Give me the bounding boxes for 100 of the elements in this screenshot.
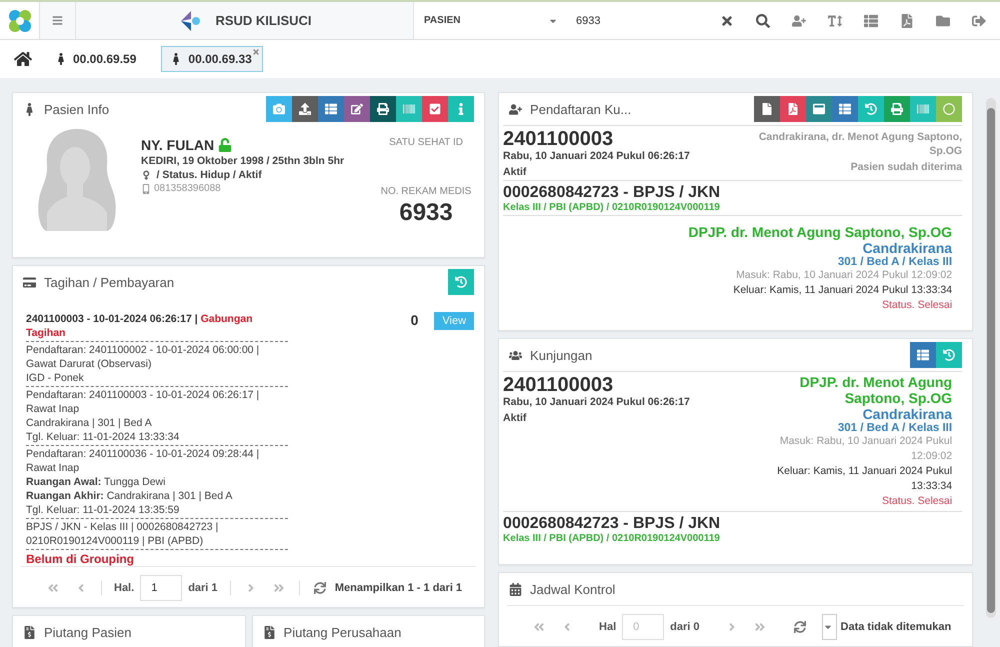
bill-line: Ruangan Awal: Tungga Dewi <box>26 475 166 489</box>
page-input[interactable]: 1 <box>140 575 182 601</box>
card-icon <box>23 276 36 288</box>
card-title: Pendaftaran Ku... <box>530 102 632 116</box>
list-button[interactable] <box>832 96 858 122</box>
print-button[interactable] <box>370 96 396 122</box>
bill-line: Candrakirana | 301 | Bed A <box>26 416 153 430</box>
page-count: dari 1 <box>187 582 219 594</box>
female-icon <box>141 170 152 180</box>
dpjp-doctor: DPJP. dr. Menot Agung Saptono, Sp.OG <box>688 224 952 240</box>
bill-line: 0210R0190124V000119 | PBI (APBD) <box>26 534 204 548</box>
bed-info: 301 / Bed A / Kelas III <box>838 422 952 434</box>
checkbox-button[interactable] <box>422 96 448 122</box>
bill-line: IGD - Ponek <box>26 371 85 385</box>
pdf-button[interactable] <box>780 96 806 122</box>
visit-state: Aktif <box>503 412 528 424</box>
birth-info: KEDIRI, 19 Oktober 1998 / 25thn 3bln 5hr <box>141 155 346 167</box>
home-icon[interactable] <box>14 50 32 68</box>
phone-icon <box>141 184 151 194</box>
calendar-icon <box>509 582 522 596</box>
room-name: Candrakirana <box>862 406 952 422</box>
satu-sehat-label: SATU SEHAT ID <box>389 137 463 148</box>
card-title: Jadwal Kontrol <box>530 582 616 596</box>
upload-icon <box>299 103 312 115</box>
grouping-status: Belum di Grouping <box>26 552 135 566</box>
bill-header: 2401100003 - 10-01-2024 06:26:17 | Gabungan Tagihan <box>26 312 288 342</box>
registration-note: Pasien sudah diterima <box>850 160 962 174</box>
visit-status: Status. Selesai <box>882 494 952 509</box>
search-category-select[interactable]: PASIEN <box>424 15 564 26</box>
invoice-icon <box>23 626 36 638</box>
registration-number: 2401100003 <box>503 128 614 150</box>
circle-button[interactable] <box>936 96 962 122</box>
menu-icon[interactable] <box>52 15 63 26</box>
visit-status: Status. Selesai <box>882 298 952 313</box>
card-title: Kunjungan <box>530 348 592 362</box>
user-add-icon <box>509 102 522 116</box>
history-button[interactable] <box>858 96 884 122</box>
admission-date: Masuk: Rabu, 10 Januari 2024 Pukul 12:09:02 <box>778 434 952 464</box>
insurance-number: 0002680842723 - BPJS / JKN <box>503 514 722 533</box>
print-icon <box>891 103 904 115</box>
print-icon <box>377 103 390 115</box>
app-title: RSUD KILISUCI <box>215 13 312 28</box>
barcode-icon <box>917 103 930 115</box>
bed-info: 301 / Bed A / Kelas III <box>838 256 952 268</box>
close-icon[interactable] <box>252 48 260 56</box>
card-title: Pasien Info <box>44 102 110 116</box>
barcode-button[interactable] <box>910 96 936 122</box>
upload-button[interactable] <box>292 96 318 122</box>
edit-button[interactable] <box>344 96 370 122</box>
registration-date: Rabu, 10 Januari 2024 Pukul 06:26:17 <box>503 150 690 162</box>
refresh-icon <box>314 582 326 594</box>
info-button[interactable] <box>448 96 474 122</box>
history-button[interactable] <box>448 269 474 295</box>
patient-tab[interactable]: 00.00.69.59 <box>46 46 148 72</box>
page-size-select[interactable] <box>822 614 837 640</box>
bill-line: Gawat Darurat (Observasi) <box>26 357 152 371</box>
bill-line: Tgl. Keluar: 11-01-2024 13:35:59 <box>26 503 180 517</box>
history-icon <box>943 349 956 361</box>
list-button[interactable] <box>910 342 936 368</box>
logout-icon[interactable] <box>972 14 986 28</box>
page-label: Hal <box>598 621 618 633</box>
medical-record-label: NO. REKAM MEDIS <box>380 186 472 197</box>
scrollbar[interactable] <box>986 98 996 618</box>
pdf-icon <box>787 103 800 115</box>
double-left-icon <box>47 582 59 594</box>
list-icon <box>839 103 852 115</box>
pdf-icon[interactable] <box>900 14 914 28</box>
window-button[interactable] <box>806 96 832 122</box>
folder-icon[interactable] <box>936 14 950 28</box>
history-button[interactable] <box>936 342 962 368</box>
users-icon <box>509 348 522 362</box>
dpjp-doctor: DPJP. dr. Menot Agung Saptono, Sp.OG <box>798 374 952 406</box>
insurance-detail: Kelas III / PBI (APBD) / 0210R0190124V000119 <box>503 533 721 544</box>
history-icon <box>455 276 468 288</box>
patient-tab[interactable]: 00.00.69.33 <box>161 46 263 72</box>
history-icon <box>865 103 878 115</box>
checkbox-icon <box>429 103 442 115</box>
file-button[interactable] <box>754 96 780 122</box>
bill-amount: 0 <box>410 312 418 328</box>
card-title: Piutang Pasien <box>44 624 132 640</box>
barcode-icon <box>403 103 416 115</box>
female-icon <box>55 53 67 65</box>
bill-line: BPJS / JKN - Kelas III | 0002680842723 | <box>26 520 220 534</box>
user-add-icon[interactable] <box>792 14 806 28</box>
text-height-icon[interactable] <box>828 14 842 28</box>
list-icon <box>917 349 930 361</box>
close-icon[interactable] <box>720 14 734 28</box>
insurance-number: 0002680842723 - BPJS / JKN <box>503 183 722 202</box>
list-icon <box>325 103 338 115</box>
invoice-icon <box>262 626 276 638</box>
page-count: dari 0 <box>669 621 701 633</box>
page-input[interactable]: 0 <box>622 614 664 640</box>
phone-number: 081358396088 <box>154 183 221 194</box>
search-icon[interactable] <box>756 14 770 28</box>
list-icon[interactable] <box>864 14 878 28</box>
list-button[interactable] <box>318 96 344 122</box>
discharge-date: Keluar: Kamis, 11 Januari 2024 Pukul 13:33:34 <box>733 283 952 298</box>
file-icon <box>761 103 774 115</box>
patient-name: NY. FULAN <box>141 137 214 153</box>
camera-icon <box>273 103 286 115</box>
